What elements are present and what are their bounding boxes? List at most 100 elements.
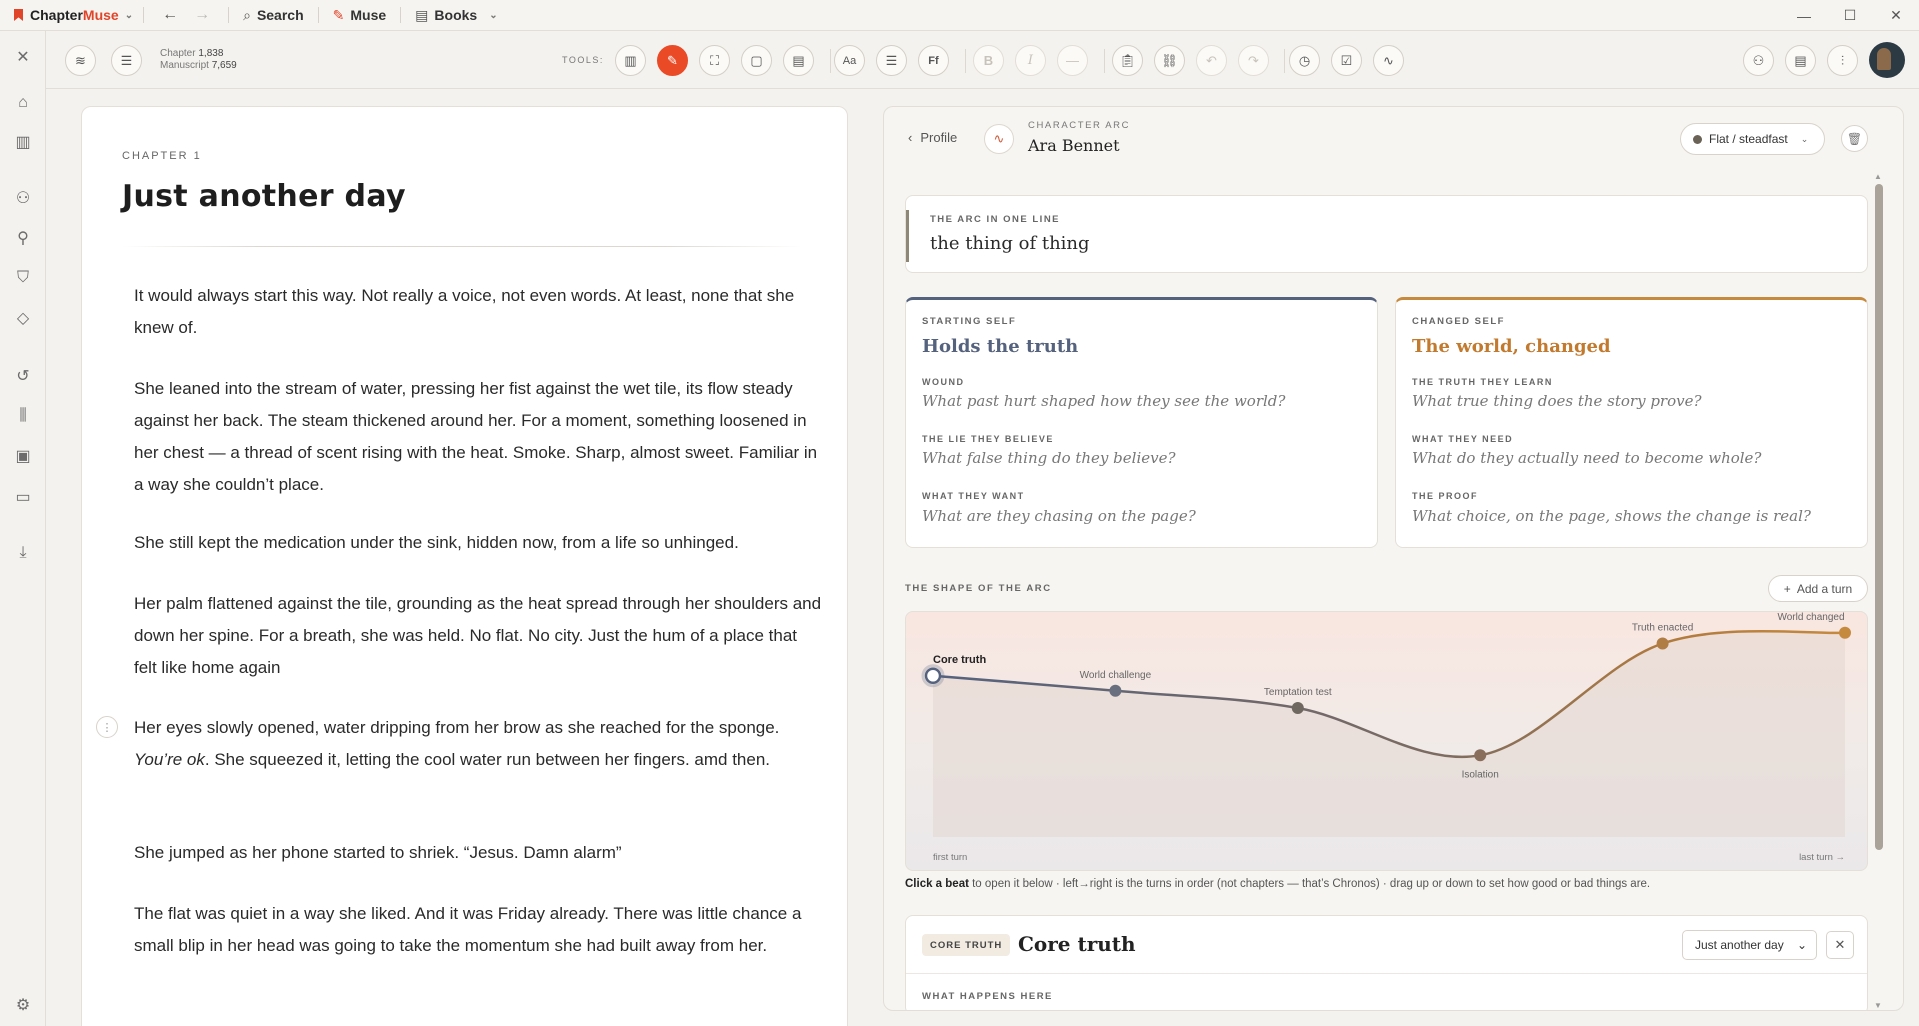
forward-arrow-icon[interactable]: →	[194, 6, 210, 24]
pulse-icon: ∿	[1383, 52, 1394, 68]
bold-button[interactable]: B	[973, 45, 1004, 76]
changed-self-card: CHANGED SELF The world, changed THE TRUT…	[1395, 297, 1868, 548]
field-label: WOUND	[922, 377, 965, 387]
scroll-thumb[interactable]	[1875, 184, 1883, 850]
paragraph[interactable]: Her eyes slowly opened, water dripping f…	[134, 712, 824, 776]
chevron-down-icon: ⌄	[124, 9, 134, 21]
font-button[interactable]: Aa	[834, 45, 865, 76]
arc-beat-point	[1291, 702, 1304, 714]
arc-beat-label: Core truth	[933, 654, 986, 666]
notes-button[interactable]: ▤	[783, 45, 814, 76]
read-mode-button[interactable]: ▥	[615, 45, 646, 76]
muse-menu[interactable]: ✎ Muse	[329, 7, 391, 24]
maximize-icon[interactable]: ☐	[1827, 0, 1873, 31]
focus-mode-button[interactable]: ⛶	[699, 45, 730, 76]
strikethrough-button[interactable]: —	[1057, 45, 1088, 76]
book-open-icon[interactable]: ▥	[13, 132, 33, 152]
beat-chapter-select[interactable]: Just another day ⌄	[1682, 930, 1817, 960]
title-bar: Chapter Muse ⌄ ← → ⌕ Search ✎ Muse ▤ Books ⌄ …	[0, 0, 1919, 31]
redo-icon: ↷	[1248, 52, 1259, 68]
lie-field[interactable]: What false thing do they believe?	[922, 449, 1176, 467]
close-icon[interactable]: ✕	[13, 47, 33, 67]
export-doc-button[interactable]: ▤	[1785, 45, 1816, 76]
history-button[interactable]: ◷	[1289, 45, 1320, 76]
search-menu[interactable]: ⌕ Search	[239, 7, 308, 24]
chapter-count: 1,838	[198, 48, 224, 59]
comments-button[interactable]: ▢	[741, 45, 772, 76]
minimize-icon[interactable]: —	[1781, 0, 1827, 31]
chevron-down-icon: ⌄	[1796, 938, 1807, 952]
layers-button[interactable]: ≋	[65, 45, 96, 76]
arc-beat-label: World challenge	[1080, 670, 1152, 681]
scroll-up-icon[interactable]: ▲	[1874, 172, 1882, 181]
location-pin-icon[interactable]: ⚲	[13, 228, 33, 248]
arc-chart-svg[interactable]: Core truth World challenge Temptation test…	[906, 612, 1868, 871]
outline-button[interactable]: ☰	[111, 45, 142, 76]
home-icon[interactable]: ⌂	[13, 93, 33, 113]
add-turn-button[interactable]: + Add a turn	[1768, 575, 1868, 602]
settings-gear-icon[interactable]: ⚙	[13, 995, 33, 1015]
chapter-title[interactable]: Just another day	[122, 179, 406, 214]
starting-self-heading[interactable]: Holds the truth	[922, 336, 1078, 357]
need-field[interactable]: What do they actually need to become who…	[1412, 449, 1761, 467]
clipboard-button[interactable]: 📋︎	[1112, 45, 1143, 76]
delete-button[interactable]: 🗑︎	[1841, 125, 1868, 152]
changed-self-label: CHANGED SELF	[1412, 316, 1505, 327]
adjust-settings-button[interactable]: ⫶	[1827, 45, 1858, 76]
arc-beat-label: Isolation	[1462, 769, 1499, 780]
paragraph[interactable]: She leaned into the stream of water, pre…	[134, 373, 824, 501]
paragraph[interactable]: Her palm flattened against the tile, gro…	[134, 588, 824, 684]
arc-type-dot	[1693, 134, 1702, 144]
paragraph[interactable]: She still kept the medication under the …	[134, 527, 824, 559]
clipboard-icon: 📋︎	[1119, 52, 1136, 68]
paragraph[interactable]: She jumped as her phone started to shrie…	[134, 837, 824, 869]
field-label: WHAT THEY NEED	[1412, 434, 1514, 444]
arc-beat-label: Truth enacted	[1632, 623, 1693, 634]
avatar[interactable]	[1869, 42, 1905, 78]
search-label: Search	[256, 7, 304, 23]
arc-type-select[interactable]: Flat / steadfast ⌄	[1680, 123, 1825, 155]
brand-name-b: Muse	[82, 7, 119, 23]
library-icon[interactable]: ⫼	[13, 406, 33, 426]
close-window-icon[interactable]: ✕	[1873, 0, 1919, 31]
arc-one-line-card[interactable]: THE ARC IN ONE LINE the thing of thing	[905, 195, 1868, 273]
shield-icon[interactable]: ⛉	[13, 268, 33, 288]
timeline-icon[interactable]: ↺	[13, 366, 33, 386]
chevron-left-icon: ‹	[908, 130, 913, 145]
people-icon[interactable]: ⚇	[13, 188, 33, 208]
changed-self-heading[interactable]: The world, changed	[1412, 336, 1611, 357]
image-icon[interactable]: ▣	[13, 446, 33, 466]
italic-button[interactable]: I	[1015, 45, 1046, 76]
back-label: Profile	[920, 130, 958, 145]
oneline-value[interactable]: the thing of thing	[930, 233, 1090, 254]
beat-title[interactable]: Core truth	[1018, 932, 1136, 956]
want-field[interactable]: What are they chasing on the page?	[922, 507, 1196, 525]
arc-chart[interactable]: Core truth World challenge Temptation test…	[905, 611, 1868, 871]
folder-icon[interactable]: ▭	[13, 487, 33, 507]
books-menu[interactable]: ▤ Books ⌄	[411, 7, 501, 24]
back-arrow-icon[interactable]: ←	[162, 6, 178, 24]
truth-field[interactable]: What true thing does the story prove?	[1412, 392, 1702, 410]
write-mode-button[interactable]: ✎	[657, 45, 688, 76]
back-to-profile-button[interactable]: ‹ Profile	[908, 130, 957, 145]
download-icon[interactable]: ⤓	[13, 543, 33, 563]
panel-scrollbar[interactable]: ▲ ▼	[1874, 172, 1884, 1010]
gem-icon[interactable]: ◇	[13, 308, 33, 328]
proof-field[interactable]: What choice, on the page, shows the chan…	[1412, 507, 1811, 525]
paragraph[interactable]: It would always start this way. Not real…	[134, 280, 824, 344]
align-button[interactable]: ☰	[876, 45, 907, 76]
link-button[interactable]: ⛓	[1154, 45, 1185, 76]
app-brand[interactable]: Chapter Muse ⌄	[0, 7, 133, 23]
arc-beat-point	[1109, 684, 1122, 697]
arc-button[interactable]: ∿	[1373, 45, 1404, 76]
wound-field[interactable]: What past hurt shaped how they see the w…	[922, 392, 1285, 410]
close-beat-button[interactable]: ✕	[1826, 931, 1854, 959]
undo-button[interactable]: ↶	[1196, 45, 1227, 76]
checklist-button[interactable]: ☑	[1331, 45, 1362, 76]
redo-button[interactable]: ↷	[1238, 45, 1269, 76]
scroll-down-icon[interactable]: ▼	[1874, 1001, 1882, 1010]
characters-button[interactable]: ⚇	[1743, 45, 1774, 76]
font-family-button[interactable]: Ff	[918, 45, 949, 76]
paragraph[interactable]: The flat was quiet in a way she liked. A…	[134, 898, 824, 962]
paragraph-menu-icon[interactable]: ⋮	[96, 716, 118, 738]
